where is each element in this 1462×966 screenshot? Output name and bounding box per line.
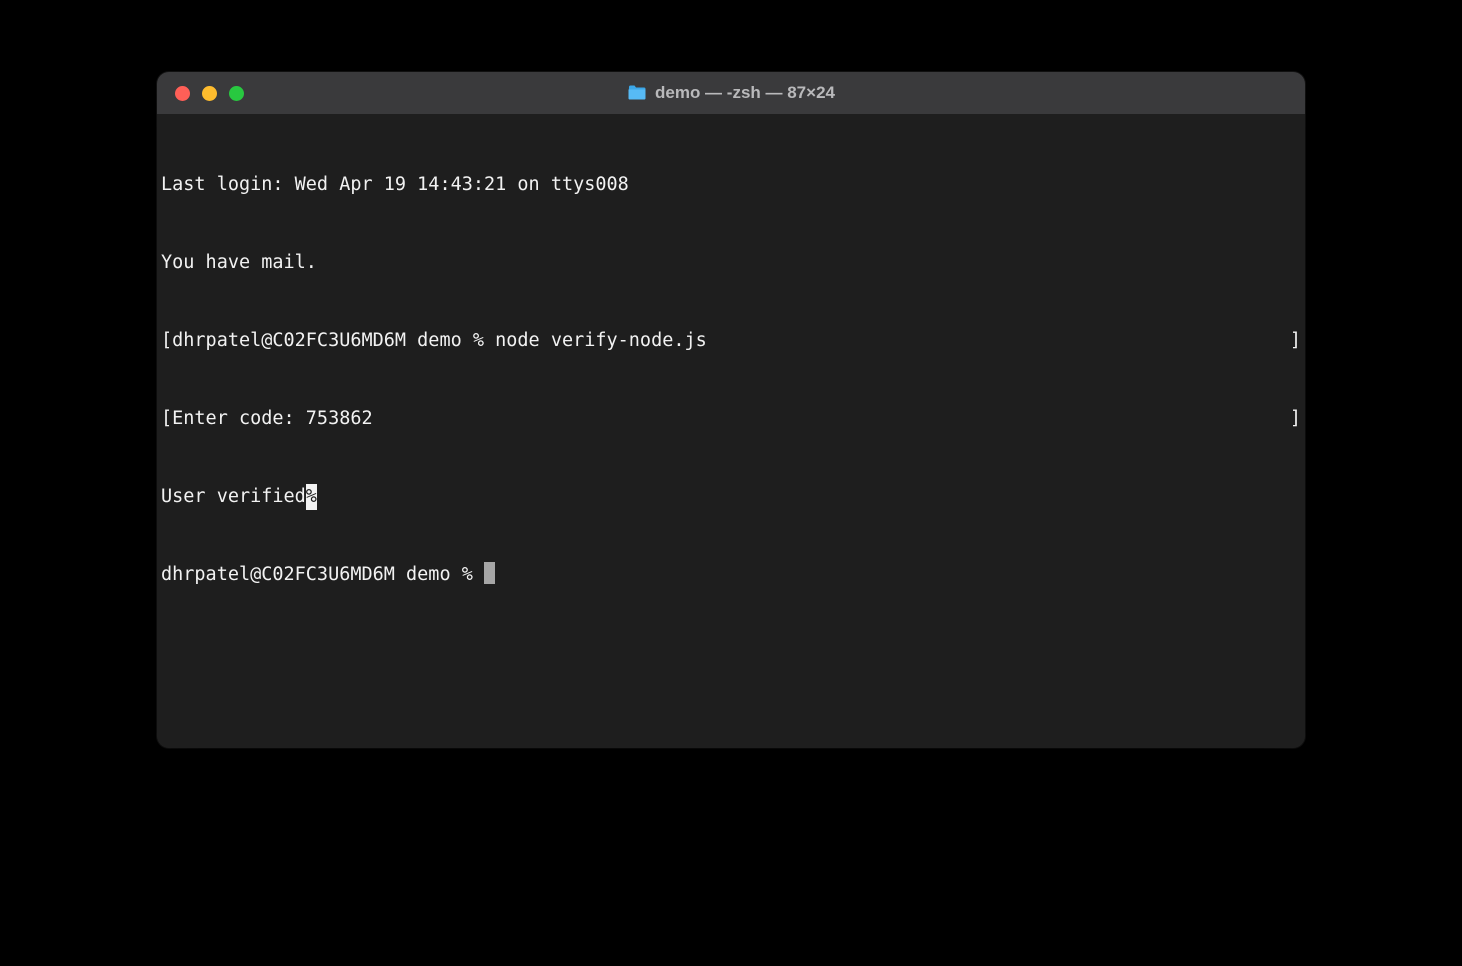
terminal-text: [dhrpatel@C02FC3U6MD6M demo % node verif… (161, 328, 707, 354)
percent-mark: % (306, 484, 317, 510)
minimize-button[interactable] (202, 86, 217, 101)
maximize-button[interactable] (229, 86, 244, 101)
cursor[interactable] (484, 562, 495, 584)
terminal-text: [Enter code: 753862 (161, 406, 373, 432)
terminal-line: User verified% (161, 484, 1301, 510)
terminal-line: You have mail. (161, 250, 1301, 276)
terminal-line: [dhrpatel@C02FC3U6MD6M demo % node verif… (161, 328, 1301, 354)
window-title: demo — -zsh — 87×24 (157, 83, 1305, 103)
terminal-text: ] (1290, 406, 1301, 432)
terminal-prompt-line: dhrpatel@C02FC3U6MD6M demo % (161, 562, 1301, 588)
terminal-line: [Enter code: 753862] (161, 406, 1301, 432)
traffic-lights (157, 86, 244, 101)
titlebar[interactable]: demo — -zsh — 87×24 (157, 72, 1305, 114)
close-button[interactable] (175, 86, 190, 101)
terminal-window: demo — -zsh — 87×24 Last login: Wed Apr … (157, 72, 1305, 748)
terminal-body[interactable]: Last login: Wed Apr 19 14:43:21 on ttys0… (157, 114, 1305, 748)
terminal-prompt: dhrpatel@C02FC3U6MD6M demo % (161, 564, 484, 585)
terminal-line: Last login: Wed Apr 19 14:43:21 on ttys0… (161, 172, 1301, 198)
terminal-text: User verified (161, 486, 306, 507)
folder-icon (627, 85, 647, 101)
window-title-text: demo — -zsh — 87×24 (655, 83, 835, 103)
terminal-text: ] (1290, 328, 1301, 354)
